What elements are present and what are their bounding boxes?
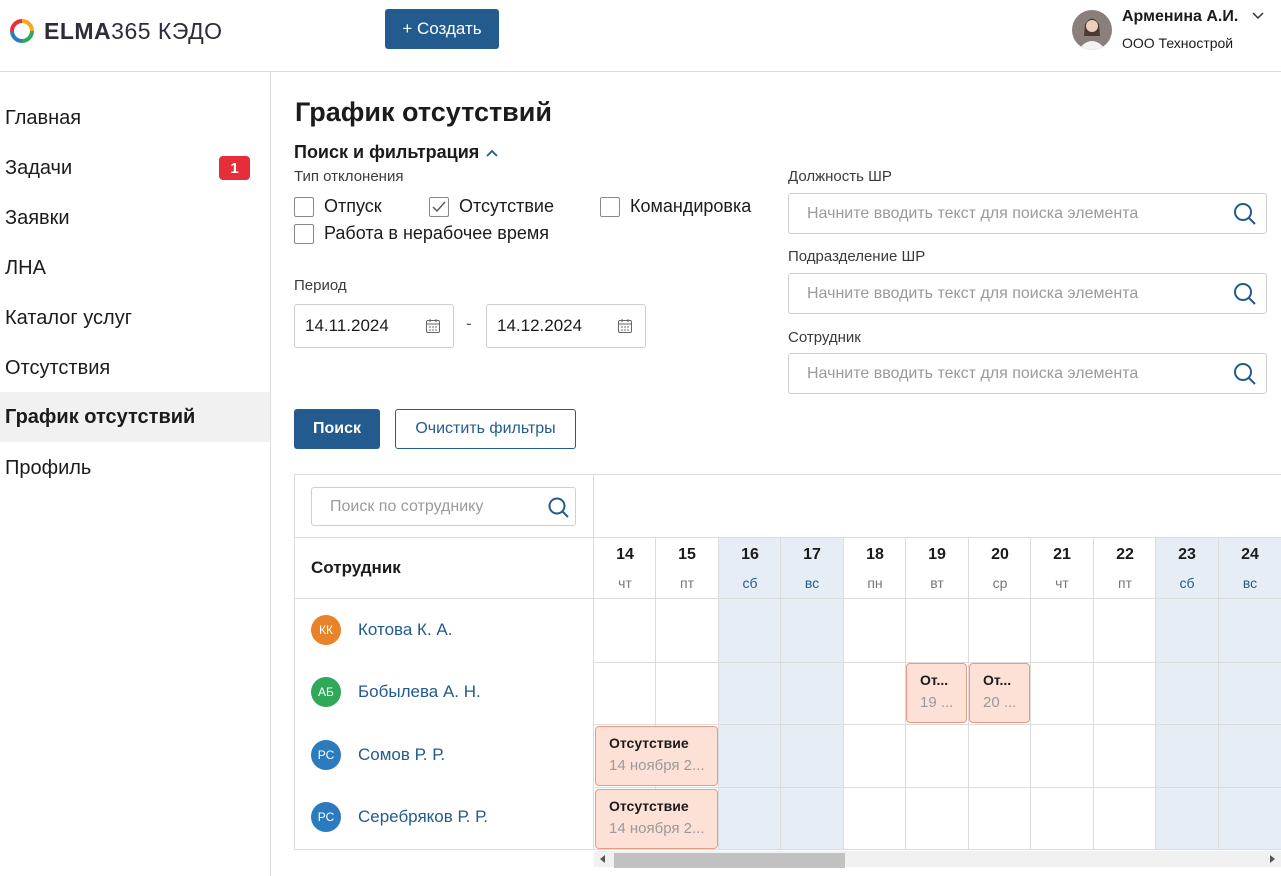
search-icon[interactable] [547,496,571,520]
create-button[interactable]: + Создать [385,9,499,49]
chevron-down-icon[interactable] [1251,9,1265,23]
sidebar-item-absence-schedule[interactable]: График отсутствий [0,392,270,442]
absence-event[interactable]: Отсутствие 14 ноября 2... [595,789,718,849]
checkbox-box[interactable] [429,196,449,217]
day-column: 22 пт [1093,537,1156,850]
sidebar-item-lna[interactable]: ЛНА [0,243,270,293]
day-column: 17 вс [780,537,843,850]
date-range-separator: - [466,314,472,333]
checkbox-absence[interactable]: Отсутствие [429,196,554,217]
tasks-count-badge: 1 [219,156,250,180]
absence-event[interactable]: От... 19 ... [906,663,967,723]
scroll-right-arrow-icon[interactable] [1270,855,1275,863]
sidebar-item-home[interactable]: Главная [0,93,270,143]
deviation-type-label: Тип отклонения [294,168,404,185]
table-row[interactable]: АБ Бобылева А. Н. [294,661,593,723]
day-column: 21 чт [1030,537,1093,850]
scroll-left-arrow-icon[interactable] [600,855,605,863]
checkmark-icon [432,201,446,212]
avatar: РС [311,802,341,832]
scroll-thumb[interactable] [614,853,845,868]
absence-schedule-grid: Поиск по сотруднику Сотрудник 14 чт 15 пт … [294,474,1281,876]
employee-search-input[interactable]: Начните вводить текст для поиска элемент… [788,353,1267,394]
date-from-field[interactable]: 14.11.2024 [294,304,454,348]
day-column: 24 вс [1218,537,1281,850]
checkbox-box[interactable] [600,196,620,217]
avatar: КК [311,615,341,645]
calendar-icon[interactable] [425,318,441,334]
logo-bold-text: ELMA [44,17,112,44]
period-label: Период [294,277,347,294]
user-avatar[interactable] [1072,10,1112,50]
clear-filters-button[interactable]: Очистить фильтры [395,409,576,449]
checkbox-box[interactable] [294,223,314,244]
horizontal-scrollbar[interactable] [594,851,1281,868]
checkbox-box[interactable] [294,196,314,217]
position-search-input[interactable]: Начните вводить текст для поиска элемент… [788,193,1267,234]
day-column: 23 сб [1155,537,1218,850]
division-search-input[interactable]: Начните вводить текст для поиска элемент… [788,273,1267,314]
sidebar: Главная Задачи 1 Заявки ЛНА Каталог услуг… [0,72,271,876]
day-column: 16 сб [718,537,781,850]
sidebar-item-profile[interactable]: Профиль [0,443,270,493]
user-name[interactable]: Арменина А.И. [1122,8,1238,26]
search-icon[interactable] [1232,281,1258,307]
page-title: График отсутствий [295,97,552,127]
absence-event[interactable]: От... 20 ... [969,663,1030,723]
checkbox-vacation[interactable]: Отпуск [294,196,382,217]
date-to-field[interactable]: 14.12.2024 [486,304,646,348]
table-row[interactable]: КК Котова К. А. [294,599,593,661]
chevron-up-icon [486,149,498,157]
checkbox-off-hours-work[interactable]: Работа в нерабочее время [294,223,549,244]
calendar-icon[interactable] [617,318,633,334]
sidebar-item-tasks[interactable]: Задачи 1 [0,143,270,193]
app-logo[interactable]: ELMA365 КЭДО [10,17,223,45]
user-organization: ООО Технострой [1122,35,1234,51]
table-row[interactable]: РС Сомов Р. Р. [294,724,593,786]
division-label: Подразделение ШР [788,248,926,265]
employee-filter-input[interactable]: Поиск по сотруднику [311,487,576,526]
employee-column-header: Сотрудник [311,558,401,577]
employee-link[interactable]: Бобылева А. Н. [358,682,481,702]
sidebar-item-requests[interactable]: Заявки [0,193,270,243]
sidebar-item-service-catalog[interactable]: Каталог услуг [0,293,270,343]
employee-label: Сотрудник [788,329,861,346]
filter-toggle[interactable]: Поиск и фильтрация [294,142,499,163]
user-photo-icon [1072,10,1112,50]
sidebar-item-absences[interactable]: Отсутствия [0,343,270,393]
top-header: ELMA365 КЭДО + Создать Арменина А.И. ООО… [0,0,1281,72]
avatar: АБ [311,677,341,707]
day-column: 18 пн [843,537,906,850]
employee-link[interactable]: Серебряков Р. Р. [358,807,488,827]
logo-product-text: 365 КЭДО [111,17,223,44]
position-label: Должность ШР [788,168,892,185]
checkbox-business-trip[interactable]: Командировка [600,196,751,217]
absence-event[interactable]: Отсутствие 14 ноября 2... [595,726,718,786]
avatar: РС [311,740,341,770]
table-row[interactable]: РС Серебряков Р. Р. [294,786,593,848]
search-button[interactable]: Поиск [294,409,380,449]
search-icon[interactable] [1232,201,1258,227]
logo-ring-icon [10,19,34,43]
employee-link[interactable]: Котова К. А. [358,620,452,640]
search-icon[interactable] [1232,361,1258,387]
employee-link[interactable]: Сомов Р. Р. [358,745,445,765]
